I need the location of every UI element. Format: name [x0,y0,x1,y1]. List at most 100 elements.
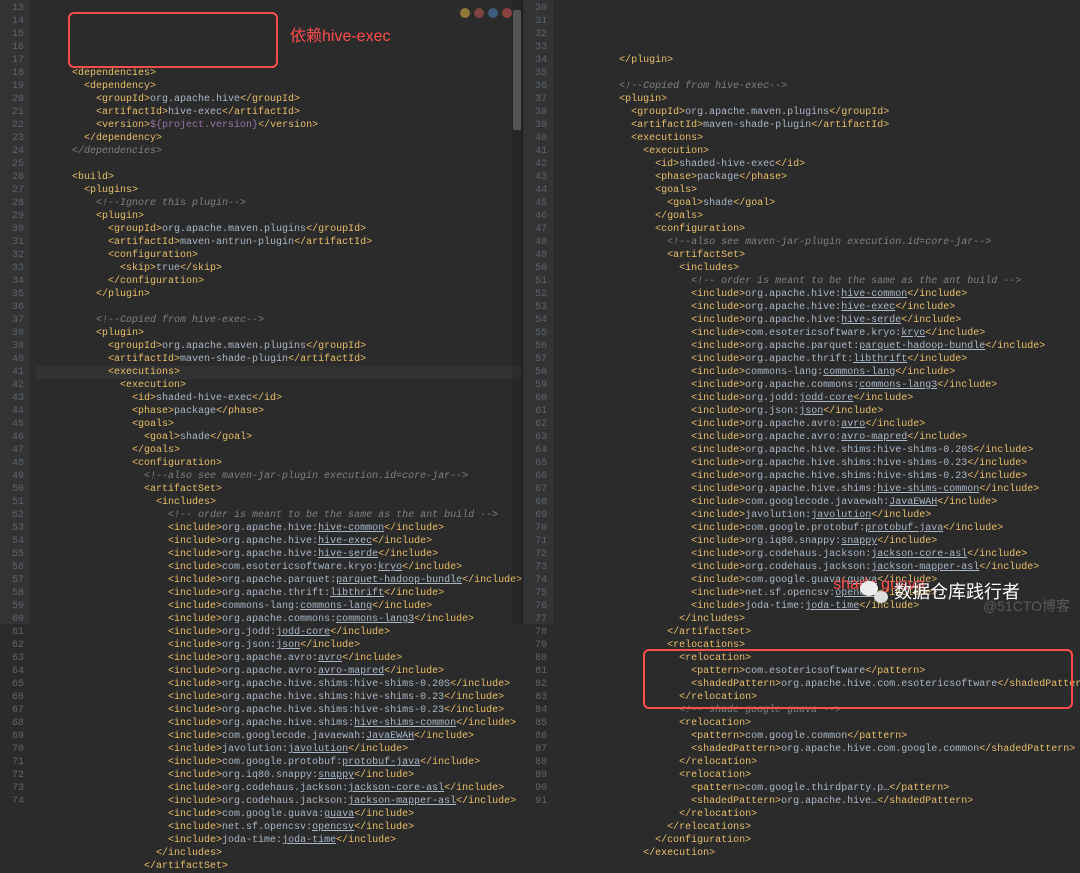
code-line[interactable]: <artifactId>hive-exec</artifactId> [36,106,522,119]
code-line[interactable]: <include>javolution:javolution</include> [559,509,1080,522]
code-line[interactable]: <artifactId>maven-shade-plugin</artifact… [559,119,1080,132]
code-line[interactable]: <include>net.sf.opencsv:opencsv</include… [36,821,522,834]
code-line[interactable]: <groupId>org.apache.hive</groupId> [36,93,522,106]
code-line[interactable]: <plugin> [559,93,1080,106]
code-line[interactable]: </goals> [559,210,1080,223]
code-line[interactable]: <executions> [36,366,522,379]
code-line[interactable]: <include>org.apache.hive.shims:hive-shim… [559,483,1080,496]
code-line[interactable]: </plugin> [559,54,1080,67]
code-line[interactable]: <shadedPattern>org.apache.hive.com.googl… [559,743,1080,756]
code-line[interactable]: <!--also see maven-jar-plugin execution.… [559,236,1080,249]
code-line[interactable]: <dependency> [36,80,522,93]
editor-pane-left[interactable]: 1314151617181920212223242526272829303132… [0,0,523,624]
code-line[interactable]: <pattern>com.google.common</pattern> [559,730,1080,743]
code-line[interactable]: <relocation> [559,769,1080,782]
code-line[interactable]: </artifactSet> [559,626,1080,639]
code-line[interactable]: <artifactSet> [559,249,1080,262]
code-line[interactable]: <include>org.apache.hive.shims:hive-shim… [559,444,1080,457]
code-line[interactable]: <include>org.iq80.snappy:snappy</include… [36,769,522,782]
code-line[interactable]: <include>org.json:json</include> [559,405,1080,418]
code-line[interactable]: </relocation> [559,756,1080,769]
code-line[interactable]: <include>com.google.protobuf:protobuf-ja… [559,522,1080,535]
code-line[interactable]: <relocations> [559,639,1080,652]
code-line[interactable]: <configuration> [36,457,522,470]
code-line[interactable]: <include>javolution:javolution</include> [36,743,522,756]
code-line[interactable]: <relocation> [559,652,1080,665]
code-line[interactable]: <artifactSet> [36,483,522,496]
code-line[interactable]: <include>org.apache.hive.shims:hive-shim… [559,457,1080,470]
code-line[interactable]: <version>${project.version}</version> [36,119,522,132]
code-line[interactable]: <include>org.apache.avro:avro</include> [36,652,522,665]
code-line[interactable]: </goals> [36,444,522,457]
code-line[interactable]: <include>org.apache.hive:hive-serde</inc… [36,548,522,561]
code-line[interactable]: <shadedPattern>org.apache.hive.com.esote… [559,678,1080,691]
code-line[interactable]: <include>org.apache.hive:hive-common</in… [559,288,1080,301]
code-line[interactable]: <plugin> [36,210,522,223]
code-line[interactable]: <includes> [559,262,1080,275]
code-line[interactable]: <include>org.codehaus.jackson:jackson-ma… [559,561,1080,574]
code-line[interactable]: <!--also see maven-jar-plugin execution.… [36,470,522,483]
code-line[interactable]: <include>org.jodd:jodd-core</include> [559,392,1080,405]
scrollbar-left[interactable] [512,0,522,624]
code-line[interactable]: <include>com.googlecode.javaewah:JavaEWA… [559,496,1080,509]
code-line[interactable]: <artifactId>maven-shade-plugin</artifact… [36,353,522,366]
code-line[interactable]: <include>org.codehaus.jackson:jackson-co… [559,548,1080,561]
code-line[interactable]: <dependencies> [36,67,522,80]
code-line[interactable]: <include>com.esotericsoftware.kryo:kryo<… [36,561,522,574]
code-line[interactable]: <include>org.apache.hive:hive-common</in… [36,522,522,535]
code-line[interactable]: <include>com.google.protobuf:protobuf-ja… [36,756,522,769]
code-line[interactable]: <include>org.apache.hive:hive-serde</inc… [559,314,1080,327]
code-line[interactable]: <artifactId>maven-antrun-plugin</artifac… [36,236,522,249]
code-line[interactable]: <plugins> [36,184,522,197]
code-line[interactable]: <include>org.apache.hive.shims:hive-shim… [36,691,522,704]
code-line[interactable] [36,301,522,314]
code-line[interactable]: <groupId>org.apache.maven.plugins</group… [36,223,522,236]
code-line[interactable]: <include>org.apache.avro:avro-mapred</in… [559,431,1080,444]
code-line[interactable]: <include>org.apache.hive.shims:hive-shim… [36,717,522,730]
code-line[interactable]: <phase>package</phase> [36,405,522,418]
code-line[interactable]: <includes> [36,496,522,509]
code-line[interactable]: <include>org.apache.thrift:libthrift</in… [36,587,522,600]
code-right[interactable]: </plugin> <!--Copied from hive-exec--> <… [553,0,1080,624]
code-line[interactable]: </dependencies> [36,145,522,158]
code-line[interactable]: <phase>package</phase> [559,171,1080,184]
code-line[interactable]: <configuration> [559,223,1080,236]
code-line[interactable]: <!-- order is meant to be the same as th… [559,275,1080,288]
code-line[interactable]: <executions> [559,132,1080,145]
code-line[interactable]: <groupId>org.apache.maven.plugins</group… [559,106,1080,119]
code-line[interactable]: <!-- shade google guava --> [559,704,1080,717]
code-line[interactable]: </dependency> [36,132,522,145]
code-line[interactable]: <id>shaded-hive-exec</id> [36,392,522,405]
code-line[interactable]: <build> [36,171,522,184]
code-line[interactable]: <configuration> [36,249,522,262]
code-line[interactable]: <!--Ignore this plugin--> [36,197,522,210]
code-line[interactable]: <!--Copied from hive-exec--> [36,314,522,327]
code-line[interactable]: <relocation> [559,717,1080,730]
code-line[interactable]: <!-- order is meant to be the same as th… [36,509,522,522]
code-line[interactable]: <pattern>com.google.thirdparty.p…</patte… [559,782,1080,795]
code-line[interactable]: <include>commons-lang:commons-lang</incl… [36,600,522,613]
code-line[interactable] [36,158,522,171]
code-line[interactable]: <include>org.apache.avro:avro-mapred</in… [36,665,522,678]
code-line[interactable]: <include>joda-time:joda-time</include> [36,834,522,847]
code-line[interactable]: <include>org.apache.avro:avro</include> [559,418,1080,431]
code-line[interactable]: <include>org.apache.parquet:parquet-hado… [36,574,522,587]
code-line[interactable]: <include>org.codehaus.jackson:jackson-co… [36,782,522,795]
code-line[interactable]: <include>com.esotericsoftware.kryo:kryo<… [559,327,1080,340]
code-line[interactable]: <execution> [559,145,1080,158]
code-line[interactable]: <include>org.apache.hive:hive-exec</incl… [36,535,522,548]
code-line[interactable]: </artifactSet> [36,860,522,873]
code-line[interactable] [559,67,1080,80]
code-line[interactable]: </relocation> [559,691,1080,704]
code-line[interactable]: </includes> [36,847,522,860]
code-line[interactable]: <goals> [559,184,1080,197]
code-line[interactable]: <!--Copied from hive-exec--> [559,80,1080,93]
code-line[interactable]: </execution> [559,847,1080,860]
code-line[interactable]: <include>org.jodd:jodd-core</include> [36,626,522,639]
code-line[interactable]: <include>org.apache.parquet:parquet-hado… [559,340,1080,353]
code-line[interactable]: <goal>shade</goal> [559,197,1080,210]
code-line[interactable]: <id>shaded-hive-exec</id> [559,158,1080,171]
code-line[interactable]: <include>org.json:json</include> [36,639,522,652]
code-line[interactable]: <groupId>org.apache.maven.plugins</group… [36,340,522,353]
code-line[interactable]: <include>org.apache.hive.shims:hive-shim… [36,678,522,691]
